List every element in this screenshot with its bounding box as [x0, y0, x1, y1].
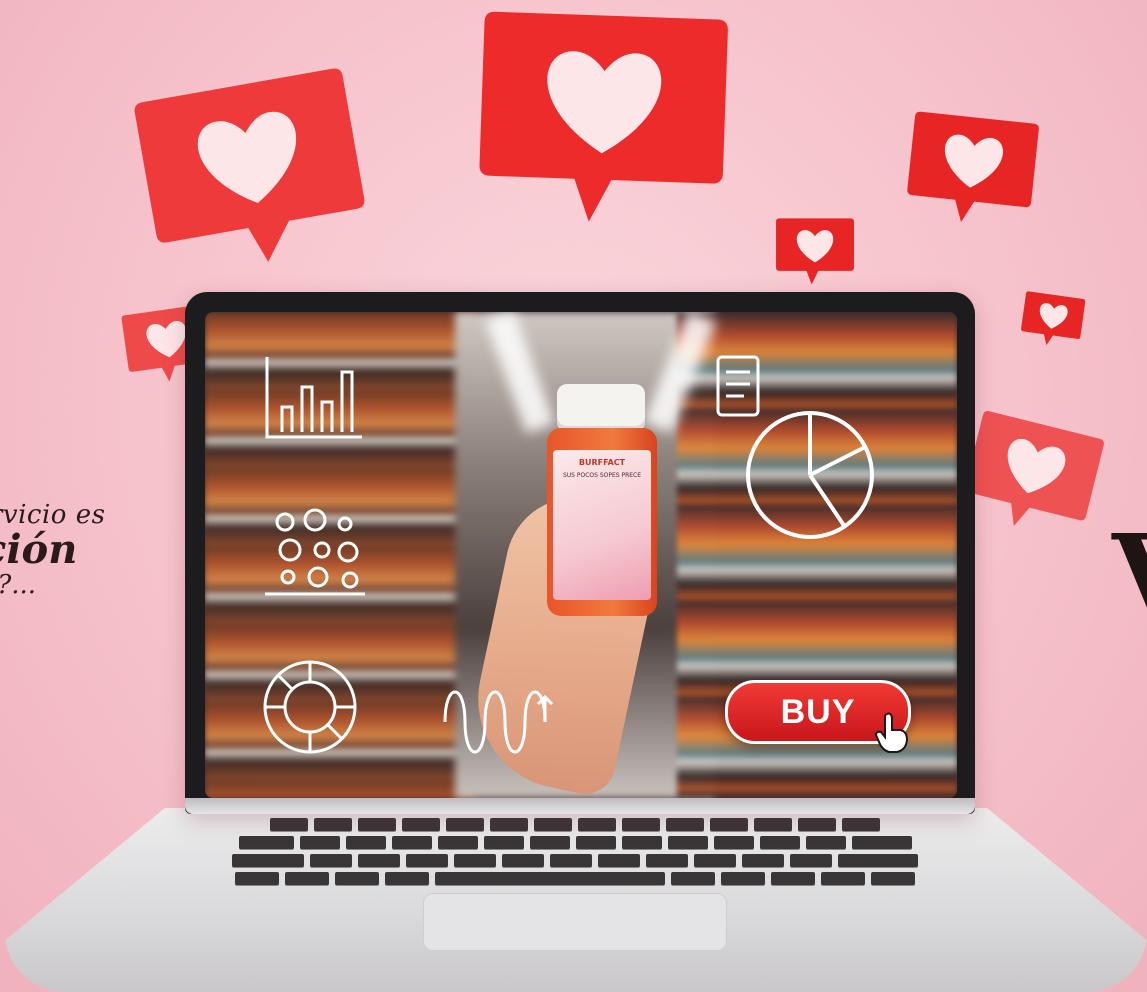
side-caption-line2: ción	[0, 526, 78, 573]
laptop-trackpad	[423, 893, 727, 951]
heart-bubble-icon	[464, 0, 742, 234]
pointer-hand-icon	[873, 710, 913, 754]
heart-bubble-icon	[120, 56, 385, 289]
heart-bubble-icon	[896, 105, 1047, 234]
heart-bubble-icon	[1015, 281, 1089, 359]
supplement-bottle: BURFFACT SUS POCOS SOPES PRECE	[547, 384, 657, 616]
pie-chart-icon	[725, 387, 890, 557]
bottle-subtitle: SUS POCOS SOPES PRECE	[562, 472, 642, 479]
bottle-label: BURFFACT SUS POCOS SOPES PRECE	[553, 450, 651, 600]
bottle-body: BURFFACT SUS POCOS SOPES PRECE	[547, 428, 657, 616]
bottle-title: BURFFACT	[578, 458, 626, 467]
heart-bubble-icon	[772, 215, 858, 287]
side-caption: rvicio es ción s?...	[0, 500, 190, 600]
bubble-chart-icon	[260, 502, 370, 602]
laptop-screen: BURFFACT SUS POCOS SOPES PRECE BUY	[205, 312, 957, 798]
laptop-hinge	[185, 798, 975, 814]
right-edge-letter: V	[1112, 520, 1147, 630]
bottle-cap	[557, 384, 645, 432]
wave-chart-icon	[430, 662, 570, 772]
donut-chart-icon	[250, 647, 370, 767]
laptop-keyboard	[125, 818, 1025, 885]
bar-chart-icon	[257, 352, 367, 452]
scene: rvicio es ción s?... V	[0, 0, 1147, 992]
side-caption-line3: s?...	[0, 570, 37, 600]
